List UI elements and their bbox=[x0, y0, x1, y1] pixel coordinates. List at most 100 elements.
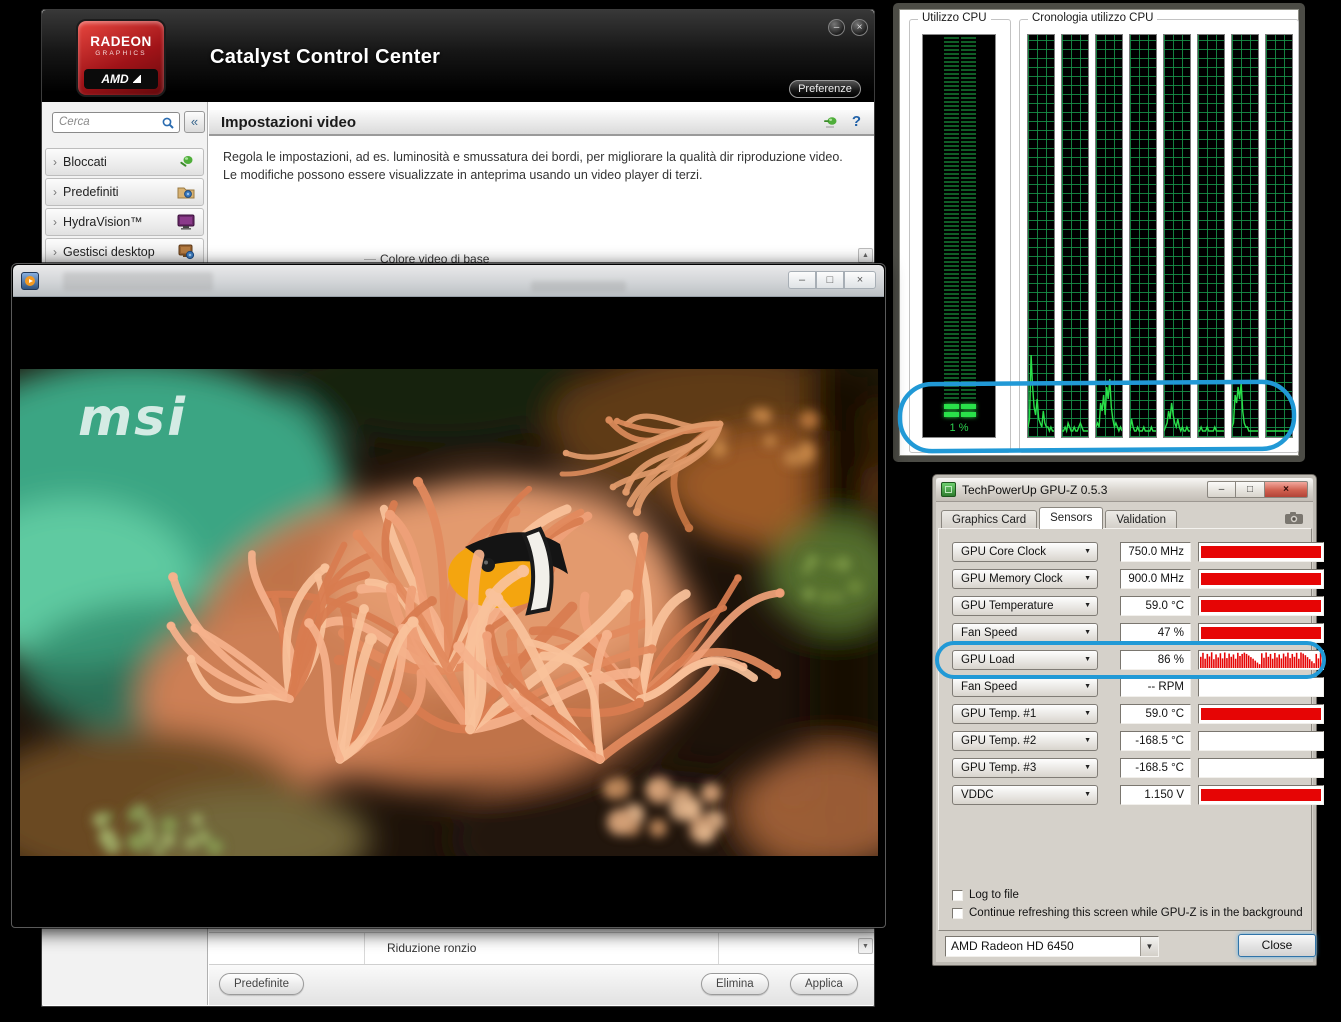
glass-blur-artifact bbox=[63, 272, 213, 291]
chevron-down-icon: ▼ bbox=[1084, 786, 1091, 804]
sensors-tab-page: GPU Core Clock ▼ 750.0 MHz GPU Memory Cl… bbox=[938, 528, 1312, 931]
search-placeholder: Cerca bbox=[59, 116, 90, 128]
divider bbox=[364, 933, 365, 964]
sensor-graph bbox=[1198, 785, 1324, 805]
glass-blur-artifact bbox=[531, 281, 626, 292]
footer-button-band: Predefinite Elimina Applica bbox=[209, 964, 874, 1005]
close-button[interactable]: × bbox=[851, 19, 868, 36]
sensor-select[interactable]: GPU Core Clock ▼ bbox=[952, 542, 1098, 562]
sensor-select[interactable]: GPU Memory Clock ▼ bbox=[952, 569, 1098, 589]
ccc-titlebar[interactable]: RADEON GRAPHICS AMD Catalyst Control Cen… bbox=[42, 10, 874, 102]
close-button[interactable]: × bbox=[1265, 481, 1308, 498]
tab-validation[interactable]: Validation bbox=[1105, 510, 1177, 529]
defaults-button[interactable]: Predefinite bbox=[219, 973, 304, 995]
checkbox-row: Log to file bbox=[952, 889, 1019, 901]
minimize-button[interactable]: – bbox=[828, 19, 845, 36]
folder-icon bbox=[176, 182, 196, 202]
collapse-sidebar-button[interactable]: « bbox=[184, 111, 205, 133]
logo-radeon-text: RADEON bbox=[78, 34, 164, 49]
chevron-down-icon: ▼ bbox=[1084, 651, 1091, 669]
tab-graphics-card[interactable]: Graphics Card bbox=[941, 510, 1037, 529]
chevron-down-icon: ▼ bbox=[1084, 732, 1091, 750]
sidebar-item-label: Predefiniti bbox=[63, 185, 119, 199]
search-input[interactable]: Cerca bbox=[52, 112, 180, 133]
page-title: Impostazioni video bbox=[221, 114, 356, 131]
preferences-button[interactable]: Preferenze bbox=[789, 80, 861, 98]
sensor-bar-full bbox=[1201, 600, 1321, 612]
sensor-select[interactable]: Fan Speed ▼ bbox=[952, 677, 1098, 697]
sidebar-item-gestisci-desktop[interactable]: › Gestisci desktop bbox=[45, 238, 204, 266]
video-display-area[interactable]: msi bbox=[14, 297, 883, 925]
chevron-down-icon: ▼ bbox=[1084, 543, 1091, 561]
cpu-usage-groupbox: Utilizzo CPU 1 % bbox=[909, 19, 1011, 453]
sensor-select[interactable]: Fan Speed ▼ bbox=[952, 623, 1098, 643]
settings-bottom-row: Riduzione ronzio bbox=[209, 932, 874, 964]
cpu-usage-label: Utilizzo CPU bbox=[918, 12, 991, 24]
sensor-select[interactable]: GPU Temp. #3 ▼ bbox=[952, 758, 1098, 778]
sensor-select[interactable]: VDDC ▼ bbox=[952, 785, 1098, 805]
player-titlebar[interactable]: – □ × bbox=[13, 265, 884, 297]
sensor-graph bbox=[1198, 650, 1324, 670]
chevron-down-icon: ▼ bbox=[1084, 759, 1091, 777]
sidebar-item-hydravision-[interactable]: › HydraVision™ bbox=[45, 208, 204, 236]
msi-watermark: msi bbox=[78, 388, 187, 448]
cpu-history-panel bbox=[1061, 34, 1089, 438]
sensor-select[interactable]: GPU Temperature ▼ bbox=[952, 596, 1098, 616]
gpuz-app-icon bbox=[941, 482, 956, 497]
chevron-down-icon: ▼ bbox=[1084, 570, 1091, 588]
minimize-button[interactable]: – bbox=[788, 271, 816, 289]
gpuz-close-button[interactable]: Close bbox=[1238, 934, 1316, 957]
meter-texture bbox=[944, 37, 959, 401]
scrollbar-up-arrow[interactable]: ▲ bbox=[858, 248, 873, 263]
task-manager-cpu-window: Utilizzo CPU 1 % Cronologia utilizzo CPU bbox=[893, 3, 1305, 462]
cpu-history-groupbox: Cronologia utilizzo CPU bbox=[1019, 19, 1299, 453]
tab-sensors[interactable]: Sensors bbox=[1039, 507, 1103, 529]
chevron-right-icon: › bbox=[53, 185, 57, 199]
divider bbox=[718, 933, 719, 964]
sensor-select[interactable]: GPU Temp. #2 ▼ bbox=[952, 731, 1098, 751]
checkbox-row: Continue refreshing this screen while GP… bbox=[952, 907, 1303, 919]
sensor-select[interactable]: GPU Temp. #1 ▼ bbox=[952, 704, 1098, 724]
sidebar-item-label: Bloccati bbox=[63, 155, 107, 169]
sensor-bar-full bbox=[1201, 627, 1321, 639]
sensor-value: 47 % bbox=[1120, 623, 1191, 643]
maximize-button[interactable]: □ bbox=[816, 271, 844, 289]
sidebar-item-bloccati[interactable]: › Bloccati bbox=[45, 148, 204, 176]
gpuz-window: TechPowerUp GPU-Z 0.5.3 – □ × Graphics C… bbox=[932, 474, 1317, 966]
sensor-select[interactable]: GPU Load ▼ bbox=[952, 650, 1098, 670]
pin-page-icon[interactable] bbox=[822, 115, 840, 131]
gpuz-titlebar[interactable]: TechPowerUp GPU-Z 0.5.3 – □ × bbox=[936, 478, 1313, 502]
sensor-value: 1.150 V bbox=[1120, 785, 1191, 805]
meter-texture bbox=[961, 37, 976, 401]
logo-graphics-text: GRAPHICS bbox=[78, 50, 164, 57]
maximize-button[interactable]: □ bbox=[1236, 481, 1265, 498]
search-icon bbox=[161, 116, 175, 130]
sensor-graph bbox=[1198, 623, 1324, 643]
checkbox[interactable] bbox=[952, 890, 963, 901]
apply-button[interactable]: Applica bbox=[790, 973, 858, 995]
sidebar-item-label: HydraVision™ bbox=[63, 215, 143, 229]
delete-button[interactable]: Elimina bbox=[701, 973, 769, 995]
sensor-graph bbox=[1198, 569, 1324, 589]
checkbox[interactable] bbox=[952, 908, 963, 919]
close-button[interactable]: × bbox=[844, 271, 876, 289]
cpu-history-panel bbox=[1265, 34, 1293, 438]
sidebar-item-predefiniti[interactable]: › Predefiniti bbox=[45, 178, 204, 206]
sensor-graph bbox=[1198, 704, 1324, 724]
chevron-down-icon: ▼ bbox=[1084, 597, 1091, 615]
scrollbar-down-arrow[interactable]: ▼ bbox=[858, 938, 873, 954]
sensor-graph bbox=[1198, 677, 1324, 697]
minimize-button[interactable]: – bbox=[1207, 481, 1236, 498]
desktop-icon bbox=[176, 242, 196, 262]
chevron-right-icon: › bbox=[53, 215, 57, 229]
cpu-history-panels bbox=[1027, 34, 1293, 438]
screenshot-camera-icon[interactable] bbox=[1284, 511, 1304, 525]
sensor-value: 59.0 °C bbox=[1120, 704, 1191, 724]
cpu-history-panel bbox=[1163, 34, 1191, 438]
help-icon[interactable]: ? bbox=[852, 113, 861, 130]
sensor-value: 900.0 MHz bbox=[1120, 569, 1191, 589]
device-select[interactable]: AMD Radeon HD 6450 ▼ bbox=[945, 936, 1159, 957]
chevron-down-icon: ▼ bbox=[1084, 705, 1091, 723]
chevron-down-icon[interactable]: ▼ bbox=[1140, 937, 1158, 956]
chevron-right-icon: › bbox=[53, 245, 57, 259]
